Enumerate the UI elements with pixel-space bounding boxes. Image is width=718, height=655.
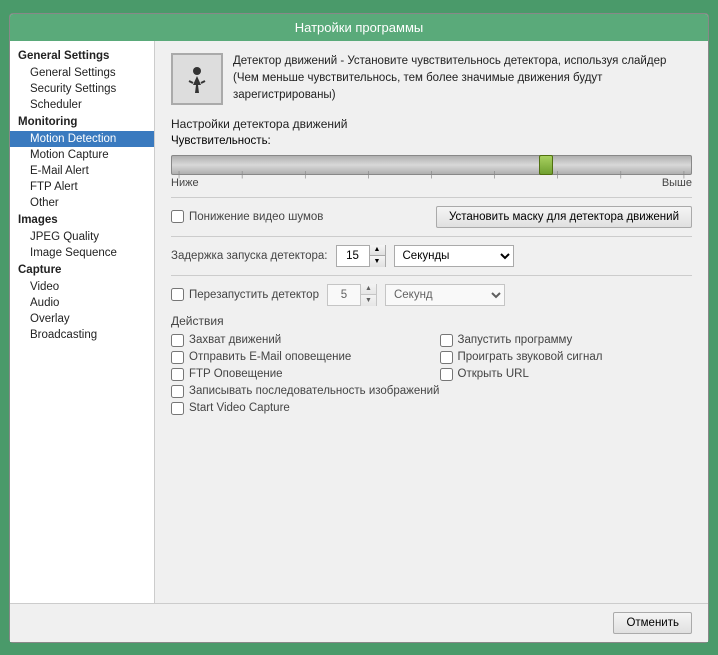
sidebar-section-monitoring: Monitoring <box>10 113 154 131</box>
restart-input[interactable] <box>328 289 360 301</box>
sidebar-item-scheduler[interactable]: Scheduler <box>10 97 154 113</box>
sidebar-item-audio[interactable]: Audio <box>10 295 154 311</box>
sidebar-item-motion-detection[interactable]: Motion Detection <box>10 131 154 147</box>
sidebar-item-motion-capture[interactable]: Motion Capture <box>10 147 154 163</box>
main-window: Натройки программы General Settings Gene… <box>9 13 709 643</box>
sidebar-section-general: General Settings <box>10 47 154 65</box>
sensitivity-label: Чувствительность: <box>171 135 692 147</box>
delay-label: Задержка запуска детектора: <box>171 250 328 262</box>
restart-spinbox: ▲ ▼ <box>327 284 377 306</box>
window-title: Натройки программы <box>295 20 424 35</box>
noise-reduction-label: Понижение видео шумов <box>189 211 323 223</box>
sidebar-item-image-sequence[interactable]: Image Sequence <box>10 245 154 261</box>
actions-title: Действия <box>171 314 692 328</box>
restart-unit-select[interactable]: Секунд Минут <box>385 284 505 306</box>
action-ftp-notification[interactable]: FTP Оповещение <box>171 368 424 381</box>
restart-row: Перезапустить детектор ▲ ▼ Секунд Минут <box>171 284 692 306</box>
header-description: Детектор движений - Установите чувствите… <box>233 53 692 105</box>
sidebar-item-jpeg-quality[interactable]: JPEG Quality <box>10 229 154 245</box>
settings-title: Настройки детектора движений <box>171 117 692 131</box>
sensitivity-slider-container: | | | | | | | | | Ниже Выше <box>171 155 692 189</box>
delay-unit-select[interactable]: Секунды Минуты <box>394 245 514 267</box>
title-bar: Натройки программы <box>10 14 708 41</box>
restart-down-arrow[interactable]: ▼ <box>361 295 376 306</box>
restart-checkbox-label[interactable]: Перезапустить детектор <box>171 288 319 301</box>
sidebar-item-general-settings[interactable]: General Settings <box>10 65 154 81</box>
footer: Отменить <box>10 603 708 642</box>
noise-reduction-checkbox-label[interactable]: Понижение видео шумов <box>171 210 323 223</box>
restart-label: Перезапустить детектор <box>189 289 319 301</box>
sidebar-item-security-settings[interactable]: Security Settings <box>10 81 154 97</box>
delay-spinbox: ▲ ▼ <box>336 245 386 267</box>
divider-1 <box>171 197 692 198</box>
action-run-program[interactable]: Запустить программу <box>440 334 693 347</box>
divider-3 <box>171 275 692 276</box>
action-start-video-capture[interactable]: Start Video Capture <box>171 402 424 415</box>
action-capture-motion[interactable]: Захват движений <box>171 334 424 347</box>
restart-spinbox-arrows: ▲ ▼ <box>360 284 376 306</box>
divider-2 <box>171 236 692 237</box>
actions-grid: Захват движений Запустить программу Отпр… <box>171 334 692 415</box>
action-save-sequence[interactable]: Записывать последовательность изображени… <box>171 385 692 398</box>
delay-spinbox-arrows: ▲ ▼ <box>369 245 385 267</box>
sidebar-item-ftp-alert[interactable]: FTP Alert <box>10 179 154 195</box>
action-send-email[interactable]: Отправить E-Mail оповещение <box>171 351 424 364</box>
action-open-url[interactable]: Открыть URL <box>440 368 693 381</box>
sidebar-item-overlay[interactable]: Overlay <box>10 311 154 327</box>
noise-reduction-checkbox[interactable] <box>171 210 184 223</box>
delay-input[interactable] <box>337 250 369 262</box>
sidebar-item-email-alert[interactable]: E-Mail Alert <box>10 163 154 179</box>
action-play-sound[interactable]: Проиграть звуковой сигнал <box>440 351 693 364</box>
delay-row: Задержка запуска детектора: ▲ ▼ Секунды … <box>171 245 692 267</box>
actions-section: Действия Захват движений Запустить прогр… <box>171 314 692 415</box>
main-panel: Детектор движений - Установите чувствите… <box>155 41 708 603</box>
restart-checkbox[interactable] <box>171 288 184 301</box>
delay-down-arrow[interactable]: ▼ <box>370 256 385 267</box>
detector-icon <box>171 53 223 105</box>
mask-button[interactable]: Установить маску для детектора движений <box>436 206 692 228</box>
sidebar-item-broadcasting[interactable]: Broadcasting <box>10 327 154 343</box>
cancel-button[interactable]: Отменить <box>613 612 692 634</box>
restart-up-arrow[interactable]: ▲ <box>361 284 376 296</box>
noise-row: Понижение видео шумов Установить маску д… <box>171 206 692 228</box>
sidebar-section-images: Images <box>10 211 154 229</box>
sidebar: General Settings General Settings Securi… <box>10 41 155 603</box>
slider-track: | | | | | | | | | <box>171 155 692 175</box>
sidebar-item-other[interactable]: Other <box>10 195 154 211</box>
sidebar-section-capture: Capture <box>10 261 154 279</box>
sidebar-item-video[interactable]: Video <box>10 279 154 295</box>
delay-up-arrow[interactable]: ▲ <box>370 245 385 257</box>
header-section: Детектор движений - Установите чувствите… <box>171 53 692 105</box>
